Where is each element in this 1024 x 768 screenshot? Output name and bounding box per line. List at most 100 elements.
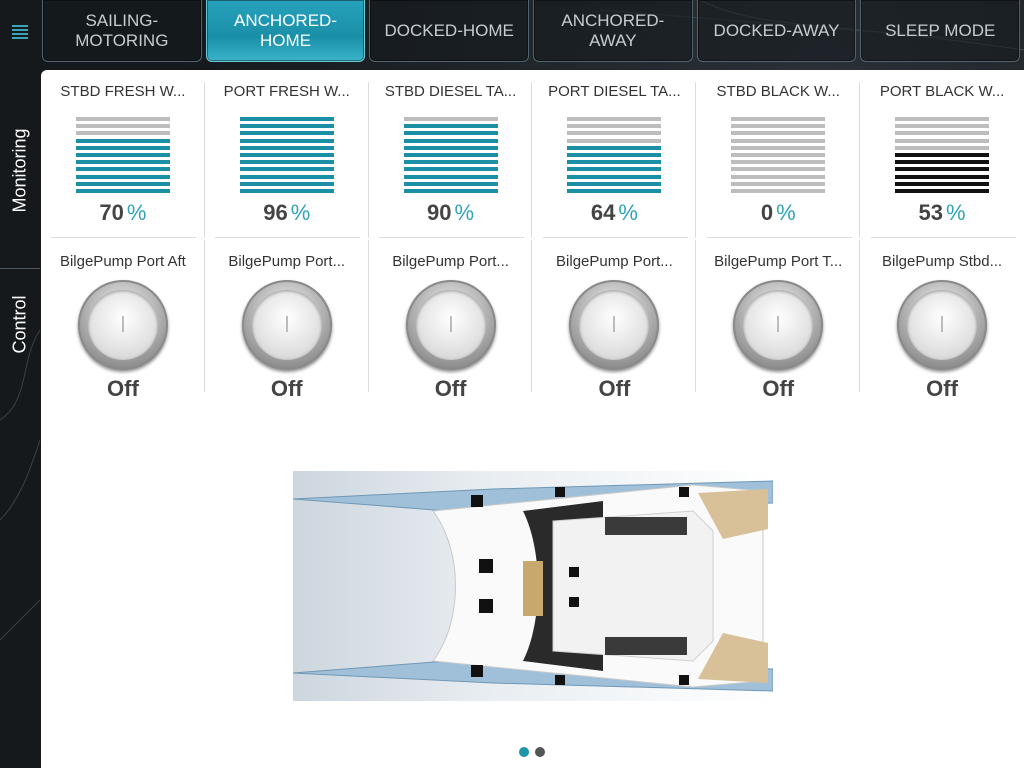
page-indicator bbox=[519, 747, 545, 757]
pump-toggle-knob[interactable] bbox=[78, 280, 168, 370]
pump-state: Off bbox=[926, 376, 958, 401]
tank-port-diesel: PORT DIESEL TA... 64% bbox=[532, 70, 697, 238]
pump-toggle-knob[interactable] bbox=[897, 280, 988, 370]
tank-port-fresh: PORT FRESH W... 96% bbox=[205, 70, 369, 238]
gauge-segment bbox=[895, 117, 990, 121]
tank-percent: 64 bbox=[590, 200, 616, 225]
pump-state: Off bbox=[598, 376, 631, 401]
gauge-segment bbox=[76, 145, 170, 150]
gauge-segment bbox=[403, 188, 498, 193]
gauge-segment bbox=[403, 181, 498, 186]
pump-cell: BilgePump Port T... Off bbox=[696, 240, 861, 401]
gauge-segment bbox=[567, 160, 662, 165]
mode-docked-away[interactable]: DOCKED-AWAY bbox=[696, 0, 857, 62]
mode-bar: SAILING- MOTORING ANCHORED- HOME DOCKED-… bbox=[42, 0, 1024, 64]
gauge-segment bbox=[403, 152, 498, 157]
gauge-segment bbox=[239, 174, 334, 179]
tab-control[interactable]: Control bbox=[0, 269, 40, 379]
gauge-segment bbox=[731, 145, 826, 150]
mode-sailing-motoring[interactable]: SAILING- MOTORING bbox=[42, 0, 202, 62]
side-tabs: Monitoring Control bbox=[0, 72, 40, 768]
gauge-segment bbox=[239, 131, 334, 136]
tank-stbd-diesel: STBD DIESEL TA... 90% bbox=[369, 70, 533, 238]
gauge-segment bbox=[567, 167, 662, 172]
pump-cell: BilgePump Port... Off bbox=[205, 240, 369, 401]
pump-name: BilgePump Stbd... bbox=[882, 253, 1003, 270]
tank-name: STBD DIESEL TA... bbox=[384, 83, 517, 100]
pump-cell: BilgePump Port... Off bbox=[532, 240, 697, 401]
mode-anchored-away[interactable]: ANCHORED- AWAY bbox=[533, 0, 693, 62]
gauge-segment bbox=[403, 167, 498, 172]
gauge-segment bbox=[567, 117, 662, 121]
pump-toggle-knob[interactable] bbox=[241, 280, 332, 370]
gauge-segment bbox=[403, 138, 498, 143]
gauge-segment bbox=[731, 152, 826, 157]
tank-percent: 53 bbox=[918, 200, 944, 225]
menu-button[interactable] bbox=[0, 0, 40, 64]
gauge-segment bbox=[76, 181, 170, 186]
pump-state: Off bbox=[762, 376, 795, 401]
gauge-segment bbox=[76, 188, 170, 193]
gauge-segment bbox=[76, 124, 170, 129]
percent-unit: % bbox=[946, 200, 966, 225]
mode-docked-home[interactable]: DOCKED-HOME bbox=[369, 0, 530, 62]
tank-name: PORT BLACK W... bbox=[879, 83, 1005, 100]
pump-toggle-knob[interactable] bbox=[405, 280, 496, 370]
gauge-segment bbox=[731, 124, 826, 129]
gauge-segment bbox=[239, 188, 334, 193]
percent-unit: % bbox=[454, 200, 475, 225]
gauge-segment bbox=[731, 138, 826, 143]
gauge-segment bbox=[239, 152, 334, 157]
gauge-segment bbox=[895, 181, 990, 186]
tank-row: STBD FRESH W... 70% PORT FRESH W... 96% … bbox=[41, 70, 1024, 238]
gauge-segment bbox=[76, 131, 170, 136]
gauge-segment bbox=[567, 152, 662, 157]
gauge-segment bbox=[895, 167, 990, 172]
gauge-segment bbox=[731, 117, 826, 121]
gauge-segment bbox=[895, 152, 990, 157]
percent-unit: % bbox=[618, 200, 638, 225]
gauge-segment bbox=[403, 160, 498, 165]
gauge-segment bbox=[567, 145, 662, 150]
gauge-segment bbox=[76, 174, 170, 179]
gauge-segment bbox=[76, 167, 170, 172]
mode-anchored-home[interactable]: ANCHORED- HOME bbox=[205, 0, 366, 62]
page-dot-1[interactable] bbox=[519, 747, 529, 757]
tank-level-gauge bbox=[567, 117, 662, 193]
percent-unit: % bbox=[126, 200, 147, 225]
tank-percent: 0 bbox=[760, 200, 774, 225]
gauge-segment bbox=[567, 138, 662, 143]
pump-name: BilgePump Port Aft bbox=[59, 253, 186, 270]
gauge-segment bbox=[731, 181, 826, 186]
gauge-segment bbox=[895, 145, 990, 150]
pump-name: BilgePump Port... bbox=[392, 253, 509, 270]
gauge-segment bbox=[76, 138, 170, 143]
pump-toggle-knob[interactable] bbox=[569, 280, 660, 370]
gauge-segment bbox=[895, 188, 990, 193]
pump-state: Off bbox=[434, 376, 467, 401]
gauge-segment bbox=[567, 174, 662, 179]
gauge-segment bbox=[731, 160, 826, 165]
hamburger-menu-icon bbox=[12, 25, 28, 39]
gauge-segment bbox=[895, 131, 990, 136]
gauge-segment bbox=[895, 124, 990, 129]
tank-name: STBD FRESH W... bbox=[60, 83, 186, 100]
mode-sleep[interactable]: SLEEP MODE bbox=[860, 0, 1021, 62]
tab-monitoring[interactable]: Monitoring bbox=[0, 72, 40, 268]
gauge-segment bbox=[403, 117, 498, 121]
tank-percent: 70 bbox=[99, 200, 124, 225]
tank-percent: 90 bbox=[427, 200, 452, 225]
gauge-segment bbox=[76, 152, 170, 157]
pump-state: Off bbox=[107, 376, 139, 401]
tank-level-gauge bbox=[403, 117, 498, 193]
gauge-segment bbox=[239, 138, 334, 143]
gauge-segment bbox=[567, 124, 662, 129]
tank-percent: 96 bbox=[263, 200, 288, 225]
page-dot-2[interactable] bbox=[535, 747, 545, 757]
gauge-segment bbox=[895, 160, 990, 165]
pump-toggle-knob[interactable] bbox=[733, 280, 824, 370]
monitoring-panel: STBD FRESH W... 70% PORT FRESH W... 96% … bbox=[41, 70, 1024, 768]
tank-name: PORT FRESH W... bbox=[223, 83, 350, 100]
pump-cell: BilgePump Port... Off bbox=[369, 240, 533, 401]
tank-name: PORT DIESEL TA... bbox=[548, 83, 681, 100]
